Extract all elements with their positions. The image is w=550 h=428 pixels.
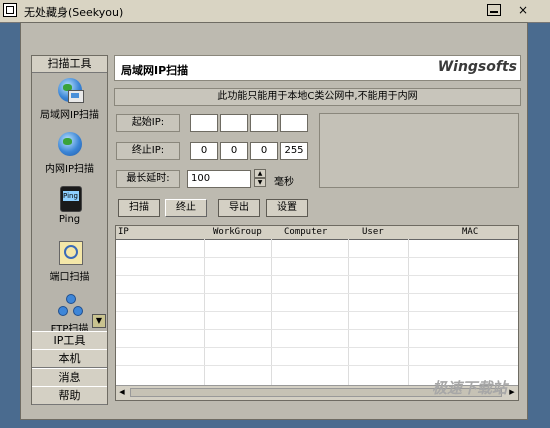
start-ip-octet-2[interactable]: [220, 114, 248, 132]
app-icon: [3, 3, 17, 17]
tool-label: Ping: [58, 214, 81, 225]
col-ip[interactable]: IP: [118, 226, 129, 239]
end-ip-octet-2[interactable]: 0: [220, 142, 248, 160]
brand-logo: Wingsofts: [437, 59, 517, 75]
tool-label: 端口扫描: [49, 272, 90, 283]
delay-label: 最长延时:: [116, 170, 180, 188]
scroll-left-icon[interactable]: ◀: [117, 387, 127, 398]
sidebar: 扫描工具 局域网IP扫描 内网IP扫描 Ping Ping 端口扫描 FTP扫描…: [31, 55, 108, 405]
magnifier-icon: [58, 241, 83, 265]
tab-messages[interactable]: 消息: [32, 368, 107, 387]
sidebar-header[interactable]: 扫描工具: [32, 56, 107, 73]
settings-button[interactable]: 设置: [266, 199, 308, 217]
tool-ping[interactable]: Ping Ping: [32, 186, 107, 225]
start-ip-octet-1[interactable]: [190, 114, 218, 132]
window-title: 无处藏身(Seekyou): [24, 6, 124, 19]
end-ip-octet-1[interactable]: 0: [190, 142, 218, 160]
tool-lan-ip-scan[interactable]: 局域网IP扫描: [32, 78, 107, 121]
tool-label: 内网IP扫描: [45, 164, 94, 175]
spin-down-icon[interactable]: ▼: [254, 178, 266, 187]
end-ip-octet-3[interactable]: 0: [250, 142, 278, 160]
chevron-down-icon[interactable]: ▼: [92, 314, 106, 328]
start-ip-octet-3[interactable]: [250, 114, 278, 132]
results-table[interactable]: IP WorkGroup Computer User MAC ◀ ▶: [115, 225, 519, 401]
end-ip-label: 终止IP:: [116, 142, 180, 160]
panel-title: 局域网IP扫描: [121, 64, 189, 77]
tab-local[interactable]: 本机: [32, 349, 107, 368]
panel-header: 局域网IP扫描 Wingsofts: [114, 55, 521, 81]
stop-button[interactable]: 终止: [165, 199, 207, 217]
end-ip-octet-4[interactable]: 255: [280, 142, 308, 160]
delay-unit: 毫秒: [274, 177, 294, 188]
app-window: 无处藏身(Seekyou) × 扫描工具 局域网IP扫描 内网IP扫描 Ping…: [0, 0, 550, 428]
main-panel: 局域网IP扫描 Wingsofts 此功能只能用于本地C类公网中,不能用于内网 …: [114, 55, 521, 405]
scroll-right-icon[interactable]: ▶: [507, 387, 517, 398]
start-ip-label: 起始IP:: [116, 114, 180, 132]
spin-up-icon[interactable]: ▲: [254, 169, 266, 178]
minimize-button[interactable]: [487, 4, 501, 16]
close-button[interactable]: ×: [516, 3, 530, 17]
col-user[interactable]: User: [362, 226, 384, 239]
col-mac[interactable]: MAC: [462, 226, 478, 239]
ping-device-icon: Ping: [59, 186, 82, 212]
title-bar[interactable]: 无处藏身(Seekyou) ×: [0, 0, 550, 23]
tab-ip-tools[interactable]: IP工具: [32, 331, 107, 350]
globe-icon: [57, 132, 82, 156]
notice-text: 此功能只能用于本地C类公网中,不能用于内网: [114, 88, 521, 106]
start-ip-octet-4[interactable]: [280, 114, 308, 132]
network-nodes-icon: [57, 294, 83, 316]
delay-spinner[interactable]: ▲ ▼: [254, 169, 266, 189]
tool-label: 局域网IP扫描: [40, 110, 99, 121]
scan-button[interactable]: 扫描: [118, 199, 160, 217]
col-workgroup[interactable]: WorkGroup: [213, 226, 262, 239]
delay-input[interactable]: 100: [187, 170, 251, 188]
tool-port-scan[interactable]: 端口扫描: [32, 240, 107, 283]
minimize-icon: [490, 11, 498, 13]
export-button[interactable]: 导出: [218, 199, 260, 217]
col-computer[interactable]: Computer: [284, 226, 327, 239]
tool-intranet-ip-scan[interactable]: 内网IP扫描: [32, 132, 107, 175]
result-preview-panel: [319, 113, 519, 188]
tab-help[interactable]: 帮助: [32, 386, 107, 405]
table-header: IP WorkGroup Computer User MAC: [116, 226, 518, 240]
watermark: 极速下载站: [432, 379, 508, 397]
